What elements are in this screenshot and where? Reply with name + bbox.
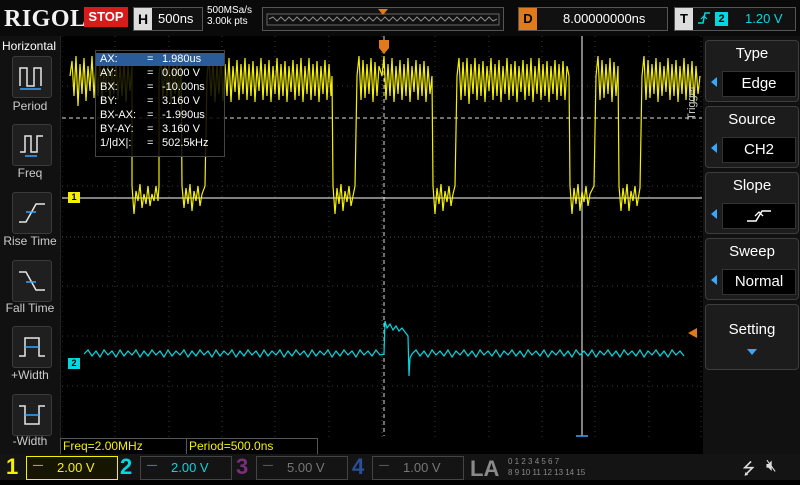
trigger-slope-value — [722, 203, 796, 229]
channel-3-number: 3 — [236, 454, 249, 479]
timebase-value: 500ns — [158, 11, 194, 26]
trigger-slope-softkey[interactable]: Slope — [705, 172, 799, 234]
cursor-row-bx: BX: = -10.00ns — [100, 81, 205, 93]
trigger-type-value: Edge — [722, 71, 796, 97]
measure-fall-time-button[interactable] — [12, 260, 52, 302]
trigger-box[interactable]: T 2 1.20 V — [674, 7, 796, 31]
rising-slope-icon — [747, 210, 771, 222]
channel-4-number: 4 — [352, 454, 365, 479]
channel-2-number: 2 — [120, 454, 133, 479]
neg-width-icon — [19, 405, 45, 425]
delay-label: D — [519, 8, 537, 30]
trigger-level-value: 1.20 V — [745, 11, 783, 26]
trigger-setting-title: Setting — [728, 321, 776, 338]
left-arrow-icon — [711, 275, 717, 285]
brand-logo: RIGOL — [4, 6, 87, 32]
la-bits-row-2: 8 9 10 11 12 13 14 15 — [508, 468, 586, 477]
fall-time-icon — [19, 271, 45, 291]
measure-pos-width-label: +Width — [11, 368, 49, 382]
cursor-readout-panel: AX: = 1.980us AY: = 0.000 V BX: = -10.00ns BY:… — [95, 50, 225, 157]
acquisition-info: 500MSa/s 3.00k pts — [207, 5, 252, 27]
measure-menu-title: Horizontal — [2, 39, 57, 53]
usb-icon: ⭍ — [742, 461, 756, 478]
memory-waveform-overview — [266, 9, 500, 26]
channel-3-scale: 5.00 V — [287, 460, 325, 475]
memory-depth: 3.00k pts — [207, 16, 248, 27]
trigger-source-softkey[interactable]: Source CH2 — [705, 106, 799, 168]
trigger-menu-title: Trigger — [686, 85, 698, 120]
freq-icon — [20, 135, 43, 157]
trigger-label: T — [675, 8, 693, 30]
logic-analyzer-label[interactable]: LA — [470, 456, 499, 482]
measure-neg-width-button[interactable] — [12, 394, 52, 436]
trigger-type-title: Type — [735, 45, 769, 62]
horizontal-label: H — [134, 8, 152, 30]
trigger-setting-softkey[interactable]: Setting — [705, 304, 799, 370]
trigger-type-softkey[interactable]: Type Edge — [705, 40, 799, 102]
delay-value: 8.00000000ns — [563, 11, 646, 26]
trigger-slope-title: Slope — [732, 177, 772, 194]
trigger-source-value: CH2 — [722, 137, 796, 163]
cursor-row-dy: BY-AY: = 3.160 V — [100, 123, 200, 135]
rise-time-icon — [19, 203, 45, 223]
rising-edge-icon — [697, 10, 711, 29]
channel-2-offset-marker[interactable]: 2 — [68, 358, 80, 369]
sample-rate: 500MSa/s — [207, 5, 253, 16]
measurement-period[interactable]: Period=500.0ns — [186, 438, 318, 455]
cursor-row-ax: AX: = 1.980us — [96, 53, 224, 66]
period-icon — [19, 67, 42, 90]
logic-analyzer-bits[interactable]: 0 1 2 3 4 5 6 7 8 9 10 11 12 13 14 15 — [508, 456, 600, 478]
pos-width-icon — [19, 337, 45, 357]
cursor-row-inv-dx: 1/|dX|: = 502.5kHz — [100, 137, 209, 149]
dc-coupling-icon: — — [263, 460, 273, 471]
measure-freq-button[interactable] — [12, 124, 52, 166]
measure-rise-time-label: Rise Time — [3, 234, 57, 248]
measure-period-button[interactable] — [12, 56, 52, 98]
measure-pos-width-button[interactable] — [12, 326, 52, 368]
chevron-down-icon — [747, 349, 757, 355]
run-stop-indicator[interactable]: STOP — [84, 7, 128, 27]
trigger-level-marker[interactable] — [688, 328, 697, 338]
channel-2-scale: 2.00 V — [171, 460, 209, 475]
trigger-position-marker — [379, 40, 389, 54]
measurement-frequency[interactable]: Freq=2.00MHz — [60, 438, 188, 455]
dc-coupling-icon: — — [379, 460, 389, 471]
trigger-sweep-title: Sweep — [729, 243, 775, 260]
speaker-muted-icon[interactable]: 🔇︎ — [766, 456, 777, 476]
measure-menu: Horizontal Period Freq Rise Time Fall Ti… — [0, 36, 61, 454]
dc-coupling-icon: — — [33, 460, 43, 471]
cursor-row-ay: AY: = 0.000 V — [100, 67, 200, 79]
timebase-box[interactable]: H 500ns — [133, 7, 203, 31]
dc-coupling-icon: — — [147, 460, 157, 471]
channel-1-number: 1 — [6, 454, 19, 479]
la-bits-row-1: 0 1 2 3 4 5 6 7 — [508, 457, 560, 466]
channel-1-scale: 2.00 V — [57, 460, 95, 475]
measure-neg-width-label: -Width — [12, 434, 48, 448]
trigger-sweep-softkey[interactable]: Sweep Normal — [705, 238, 799, 300]
cursor-row-by: BY: = 3.160 V — [100, 95, 200, 107]
left-arrow-icon — [711, 143, 717, 153]
measure-freq-label: Freq — [17, 166, 43, 180]
left-arrow-icon — [711, 209, 717, 219]
delay-box[interactable]: D 8.00000000ns — [518, 7, 668, 31]
channel-1-offset-marker[interactable]: 1 — [68, 192, 80, 203]
memory-overview-bar[interactable] — [262, 7, 504, 31]
measure-rise-time-button[interactable] — [12, 192, 52, 234]
left-arrow-icon — [711, 77, 717, 87]
channel-4-scale: 1.00 V — [403, 460, 441, 475]
cursor-row-dx: BX-AX: = -1.990us — [100, 109, 205, 121]
trigger-source-badge: 2 — [715, 12, 728, 26]
measure-period-label: Period — [12, 99, 48, 113]
measure-fall-time-label: Fall Time — [5, 301, 55, 315]
trigger-sweep-value: Normal — [722, 269, 796, 295]
trigger-source-title: Source — [728, 111, 776, 128]
